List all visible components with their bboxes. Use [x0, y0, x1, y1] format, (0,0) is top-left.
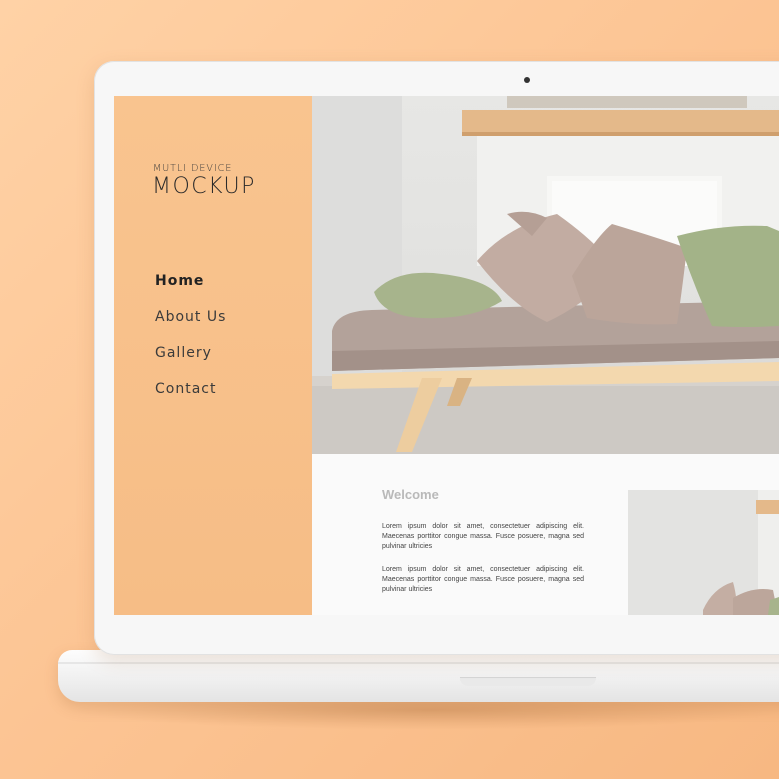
- webcam-icon: [524, 77, 530, 83]
- brand-title: MOCKUP: [152, 174, 256, 199]
- nav-item-home[interactable]: Home: [155, 273, 226, 309]
- laptop-opening-notch: [460, 677, 596, 686]
- laptop-base-edge: [58, 662, 779, 664]
- nav-item-gallery[interactable]: Gallery: [155, 345, 226, 381]
- laptop-base: [58, 650, 779, 702]
- sofa-scene-illustration: [312, 96, 779, 454]
- main-nav: Home About Us Gallery Contact: [155, 273, 226, 417]
- laptop-screen: MUTLI DEVICE MOCKUP Home About Us Galler…: [114, 96, 779, 615]
- welcome-heading: Welcome: [382, 487, 439, 502]
- sidebar: MUTLI DEVICE MOCKUP Home About Us Galler…: [114, 96, 312, 615]
- hero-image: [312, 96, 779, 454]
- gallery-thumbnail[interactable]: [628, 490, 779, 615]
- welcome-paragraph: Lorem ipsum dolor sit amet, consectetuer…: [382, 523, 584, 550]
- welcome-paragraph: Lorem ipsum dolor sit amet, consectetuer…: [382, 566, 584, 593]
- nav-item-contact[interactable]: Contact: [155, 381, 226, 417]
- brand-subtitle: MUTLI DEVICE: [153, 163, 233, 174]
- nav-item-about-us[interactable]: About Us: [155, 309, 226, 345]
- welcome-section: Welcome Lorem ipsum dolor sit amet, cons…: [312, 454, 779, 615]
- interior-thumbnail-illustration: [628, 490, 779, 615]
